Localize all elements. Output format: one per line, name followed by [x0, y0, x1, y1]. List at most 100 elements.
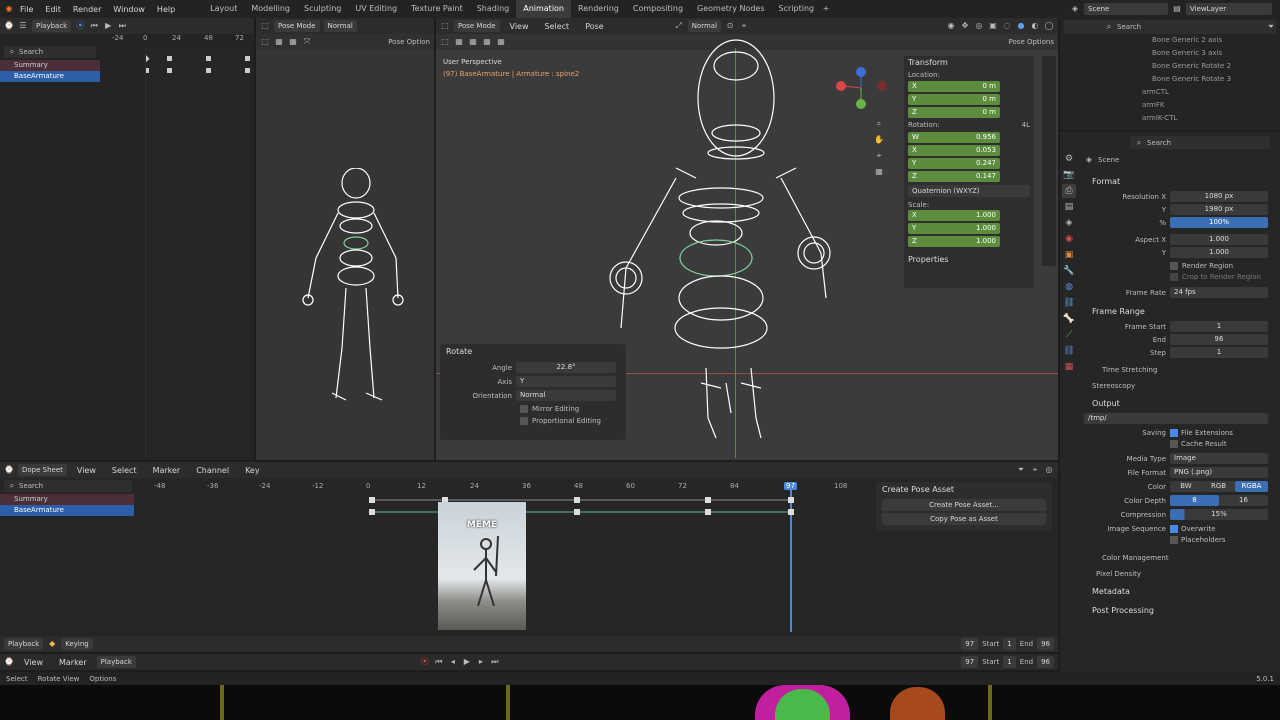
tab-geometry-nodes[interactable]: Geometry Nodes — [690, 0, 771, 18]
outliner-item[interactable]: armCTL — [1060, 88, 1280, 101]
perspective-grid-icon[interactable]: ▦ — [874, 167, 884, 177]
timeline-end-field[interactable]: 96 — [1037, 656, 1054, 668]
bone-constraint-tab-icon[interactable]: ⛓ — [1062, 344, 1076, 358]
frame-end-field[interactable]: 96 — [1170, 334, 1268, 345]
orientation-select[interactable]: Normal — [516, 390, 616, 401]
cache-result-checkbox[interactable] — [1170, 440, 1178, 448]
keyframe[interactable] — [574, 497, 580, 503]
record-icon[interactable]: ⦿ — [75, 21, 85, 31]
main-pose-options[interactable]: Pose Options — [1009, 38, 1054, 46]
outliner-item[interactable]: Bone Generic Rotate 2 — [1060, 62, 1280, 75]
keyframe[interactable] — [705, 509, 711, 515]
editor-type-icon[interactable]: ⌚ — [4, 21, 14, 31]
dopesheet-menu-key[interactable]: Key — [239, 466, 266, 475]
menu-window[interactable]: Window — [107, 5, 151, 14]
dopesheet-menu-marker[interactable]: Marker — [147, 466, 187, 475]
play-icon[interactable]: ▶ — [103, 21, 113, 31]
dopesheet-menu-view[interactable]: View — [71, 466, 102, 475]
menu-file[interactable]: File — [14, 5, 39, 14]
keyframe[interactable] — [369, 497, 375, 503]
texture-tab-icon[interactable]: ▦ — [1062, 360, 1076, 374]
keyframe[interactable] — [206, 68, 211, 73]
axis-select[interactable]: Y — [516, 376, 616, 387]
output-tab-icon[interactable]: ⎙ — [1062, 184, 1076, 198]
dopesheet-frame-ruler[interactable]: -48 -36 -24 -12 0 12 24 36 48 60 72 84 9… — [134, 482, 870, 494]
timeline-menu-marker[interactable]: Marker — [53, 658, 93, 667]
frame-rate-select[interactable]: 24 fps — [1170, 287, 1268, 298]
render-shading-icon[interactable]: ◯ — [1044, 21, 1054, 31]
physics-tab-icon[interactable]: ◍ — [1062, 280, 1076, 294]
resolution-percent-field[interactable]: 100% — [1170, 217, 1268, 228]
rotation-w-field[interactable]: W 0.956 — [908, 132, 1000, 143]
proportional-icon[interactable]: ◎ — [1044, 465, 1054, 475]
resolution-y-field[interactable]: 1980 px — [1170, 204, 1268, 215]
transform-icon[interactable]: ⤧ — [302, 37, 312, 47]
zoom-icon[interactable]: ⌕ — [874, 119, 884, 129]
camera-viewport[interactable]: ⬚ Pose Mode Normal ⬚ ▦ ▦ ⤧ Pose Option — [256, 18, 434, 460]
play-icon[interactable]: ▶ — [462, 657, 472, 667]
dopesheet-start-field[interactable]: 1 — [1003, 638, 1016, 650]
select-mode-icon[interactable]: ▦ — [288, 37, 298, 47]
rotation-x-field[interactable]: X 0.053 — [908, 145, 1000, 156]
prev-key-icon[interactable]: ◂ — [448, 657, 458, 667]
object-tab-icon[interactable]: ▣ — [1062, 248, 1076, 262]
select-mode-icon[interactable]: ▦ — [454, 37, 464, 47]
render-region-checkbox[interactable] — [1170, 262, 1178, 270]
modifier-tab-icon[interactable]: 🔧 — [1062, 264, 1076, 278]
properties-subpanel[interactable]: Properties — [904, 247, 1034, 264]
tab-modelling[interactable]: Modelling — [244, 0, 297, 18]
menu-view[interactable]: View — [504, 22, 535, 31]
jump-end-icon[interactable]: ⏭ — [117, 21, 127, 31]
jump-end-icon[interactable]: ⏭ — [490, 657, 500, 667]
menu-render[interactable]: Render — [67, 5, 107, 14]
dopesheet-current-frame[interactable]: 97 — [961, 638, 979, 650]
placeholders-checkbox[interactable] — [1170, 536, 1178, 544]
outliner-item[interactable]: Bone Generic Rotate 3 — [1060, 75, 1280, 88]
stereoscopy-panel[interactable]: Stereoscopy — [1084, 378, 1276, 394]
tab-scripting[interactable]: Scripting — [772, 0, 822, 18]
keyframe[interactable] — [206, 56, 211, 61]
tab-compositing[interactable]: Compositing — [626, 0, 690, 18]
blender-logo-icon[interactable]: ◉ — [4, 4, 14, 14]
keyframe[interactable] — [167, 68, 172, 73]
color-depth-16-button[interactable]: 16 — [1219, 495, 1268, 506]
navigation-gizmo[interactable] — [834, 64, 886, 114]
scale-z-field[interactable]: Z 1.000 — [908, 236, 1000, 247]
main-mode-select[interactable]: Pose Mode — [454, 20, 500, 32]
color-bw-button[interactable]: BW — [1170, 481, 1202, 492]
filter-icon[interactable]: ⏷ — [1266, 22, 1276, 32]
editor-type-icon[interactable]: ⌚ — [4, 657, 14, 667]
dopesheet-menu-channel[interactable]: Channel — [190, 466, 235, 475]
dopesheet-menu-select[interactable]: Select — [106, 466, 143, 475]
frame-step-field[interactable]: 1 — [1170, 347, 1268, 358]
color-depth-8-button[interactable]: 8 — [1170, 495, 1219, 506]
left-armature-row[interactable]: BaseArmature — [0, 71, 100, 82]
properties-search[interactable]: ⌕ Search — [1130, 136, 1270, 149]
frame-start-field[interactable]: 1 — [1170, 321, 1268, 332]
keyframe[interactable] — [144, 68, 149, 73]
output-panel-header[interactable]: Output — [1084, 394, 1276, 413]
view-layer-tab-icon[interactable]: ▤ — [1062, 200, 1076, 214]
keyframe[interactable] — [245, 56, 250, 61]
keyframe[interactable] — [574, 509, 580, 515]
left-search-input[interactable]: ⌕ Search — [4, 46, 96, 58]
select-tool-icon[interactable]: ⬚ — [260, 37, 270, 47]
left-summary-row[interactable]: Summary — [0, 60, 100, 71]
timeline-start-field[interactable]: 1 — [1003, 656, 1016, 668]
left-keyframe-area[interactable] — [142, 48, 250, 458]
media-type-select[interactable]: Image — [1170, 453, 1268, 464]
editor-type-icon[interactable]: ⬚ — [260, 21, 270, 31]
keyframe[interactable] — [142, 55, 150, 63]
keyframe[interactable] — [369, 509, 375, 515]
color-management-subpanel[interactable]: Color Management — [1084, 550, 1276, 566]
location-z-field[interactable]: Z0 m — [908, 107, 1000, 118]
panel-icon[interactable]: ☰ — [18, 21, 28, 31]
compression-slider[interactable]: 15% — [1170, 509, 1268, 520]
pixel-density-subpanel[interactable]: Pixel Density — [1084, 566, 1276, 582]
dopesheet-playback-menu[interactable]: Playback — [4, 638, 44, 650]
location-x-field[interactable]: X0 m — [908, 81, 1000, 92]
resolution-x-field[interactable]: 1080 px — [1170, 191, 1268, 202]
timeline-menu-view[interactable]: View — [18, 658, 49, 667]
select-mode-icon[interactable]: ▦ — [482, 37, 492, 47]
dopesheet-end-field[interactable]: 96 — [1037, 638, 1054, 650]
